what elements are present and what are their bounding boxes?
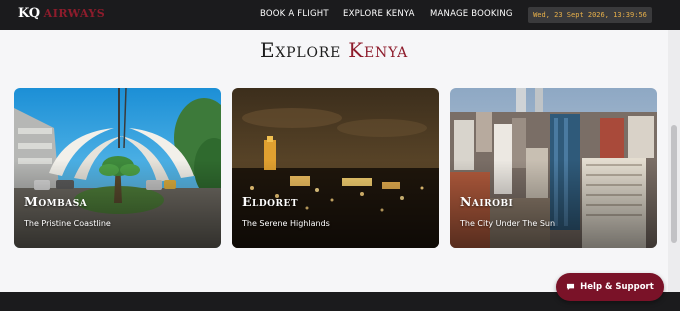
card-tagline: The Pristine Coastline: [24, 219, 111, 228]
card-title: Mombasa: [24, 194, 88, 209]
nav-explore-kenya[interactable]: EXPLORE KENYA: [343, 9, 415, 19]
kq-airways-logo[interactable]: KQ AIRWAYS: [18, 6, 105, 21]
top-navigation-bar: KQ AIRWAYS BOOK A FLIGHT EXPLORE KENYA M…: [0, 0, 680, 30]
card-title: Eldoret: [242, 194, 299, 209]
chat-bubble-icon: [567, 283, 575, 291]
help-support-label: Help & Support: [580, 282, 654, 292]
page-title: Explore Kenya: [0, 38, 668, 62]
destination-card-eldoret[interactable]: Eldoret The Serene Highlands: [232, 88, 439, 248]
card-tagline: The City Under The Sun: [460, 219, 556, 228]
card-title: Nairobi: [460, 194, 514, 209]
vertical-scrollbar[interactable]: [668, 30, 680, 292]
date-time-display: Wed, 23 Sept 2026, 13:39:56: [528, 7, 652, 23]
help-support-button[interactable]: Help & Support: [556, 273, 664, 301]
nav-book-a-flight[interactable]: BOOK A FLIGHT: [260, 9, 329, 19]
scrollbar-thumb[interactable]: [671, 125, 677, 243]
title-kenya: Kenya: [348, 38, 408, 62]
card-tagline: The Serene Highlands: [242, 219, 330, 228]
nav-manage-booking[interactable]: MANAGE BOOKING: [430, 9, 513, 19]
logo-airways-text: AIRWAYS: [43, 7, 106, 20]
logo-kq-text: KQ: [18, 6, 40, 21]
destination-card-nairobi[interactable]: Nairobi The City Under The Sun: [450, 88, 657, 248]
title-explore: Explore: [260, 38, 342, 62]
destination-card-mombasa[interactable]: Mombasa The Pristine Coastline: [14, 88, 221, 248]
